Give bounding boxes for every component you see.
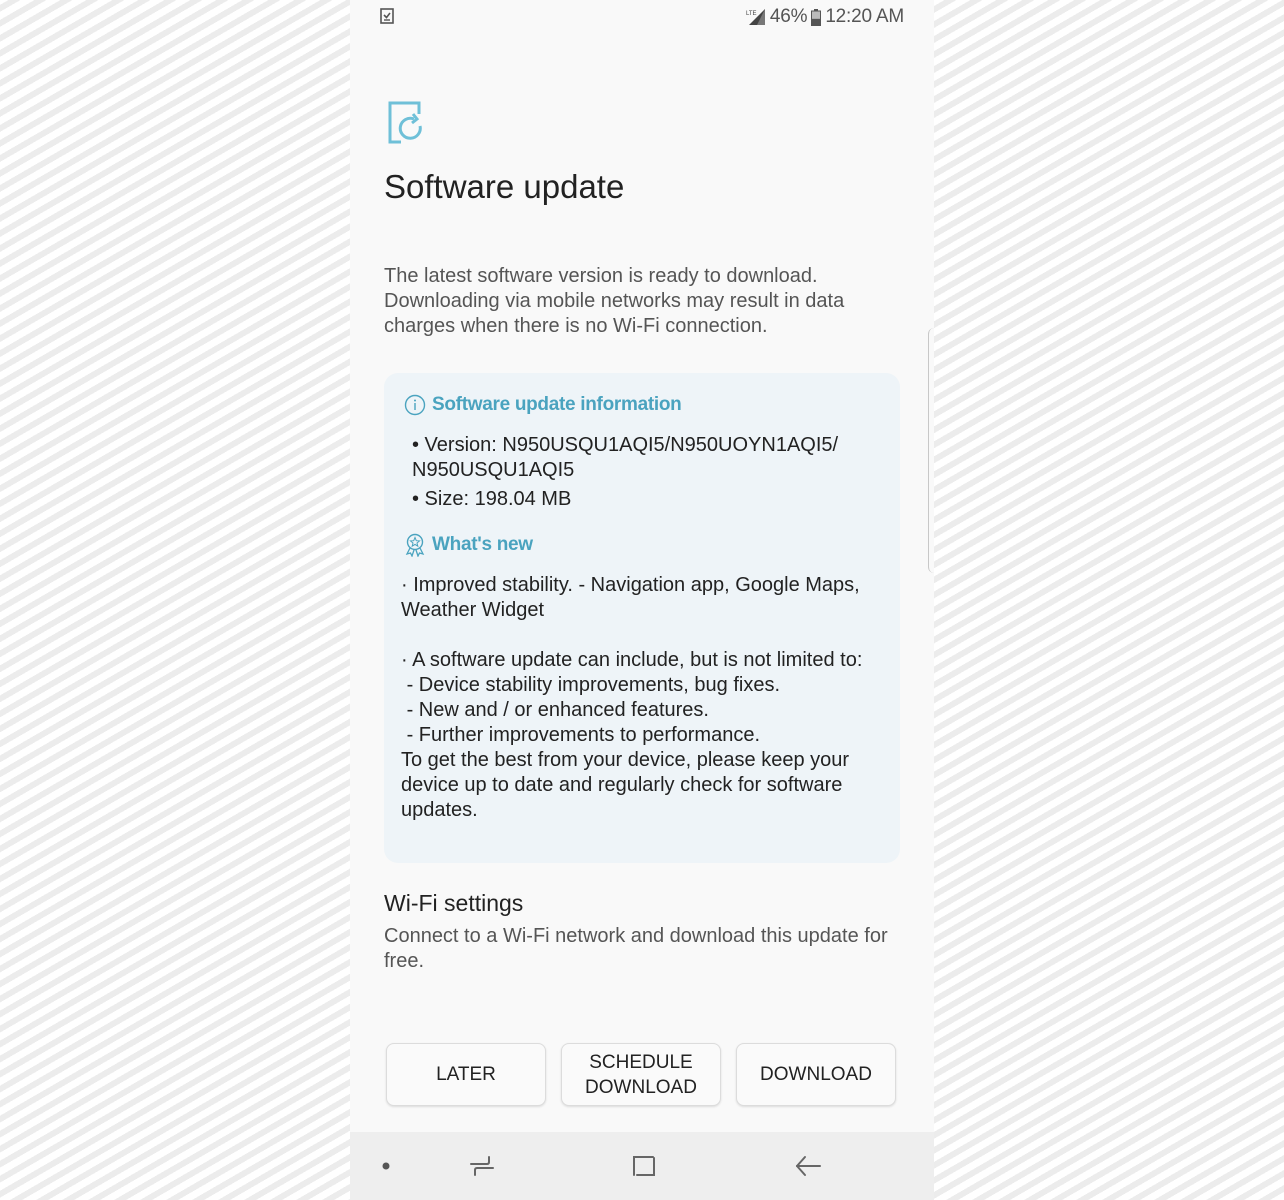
wifi-settings-description: Connect to a Wi-Fi network and download …	[384, 925, 888, 972]
info-icon	[404, 394, 426, 416]
task-checklist-icon	[380, 8, 394, 24]
schedule-download-button[interactable]: SCHEDULE DOWNLOAD	[561, 1043, 721, 1106]
later-button[interactable]: LATER	[386, 1043, 546, 1106]
battery-icon	[811, 8, 822, 26]
version-line: • Version: N950USQU1AQI5/N950UOYN1AQI5/ …	[412, 434, 839, 481]
software-update-icon	[387, 100, 429, 145]
navigation-bar	[350, 1132, 934, 1200]
intro-text: The latest software version is ready to …	[384, 265, 845, 337]
award-badge-icon	[404, 533, 426, 557]
page-title: Software update	[384, 168, 625, 205]
whats-new-text: · Improved stability. - Navigation app, …	[401, 574, 863, 821]
whats-new-heading-label: What's new	[432, 534, 533, 555]
scrollbar[interactable]	[928, 328, 934, 573]
schedule-download-button-label: SCHEDULE DOWNLOAD	[585, 1050, 697, 1100]
wifi-settings-link[interactable]: Wi-Fi settings	[384, 890, 523, 917]
clock: 12:20 AM	[825, 6, 904, 27]
status-bar: LTE 46% 12:20 AM	[350, 0, 934, 36]
later-button-label: LATER	[436, 1064, 496, 1085]
update-info-card: Software update information • Version: N…	[384, 373, 900, 863]
home-button[interactable]	[626, 1132, 662, 1200]
phone-screen: LTE 46% 12:20 AM Software update The lat…	[350, 0, 934, 1200]
download-button[interactable]: DOWNLOAD	[736, 1043, 896, 1106]
size-line: • Size: 198.04 MB	[412, 488, 572, 510]
nav-dot-indicator[interactable]	[376, 1132, 396, 1200]
whats-new-heading: What's new	[404, 533, 533, 557]
update-information-heading-label: Software update information	[432, 394, 682, 415]
recent-apps-icon	[470, 1156, 494, 1176]
back-button[interactable]	[790, 1132, 826, 1200]
battery-percent: 46%	[769, 6, 808, 27]
schedule-label-line2: DOWNLOAD	[585, 1076, 697, 1098]
schedule-label-line1: SCHEDULE	[589, 1051, 693, 1073]
back-arrow-icon	[796, 1156, 821, 1176]
download-button-label: DOWNLOAD	[760, 1064, 872, 1085]
home-icon	[633, 1156, 655, 1176]
lte-signal-icon: LTE	[746, 8, 766, 26]
dot-icon	[382, 1162, 390, 1170]
status-indicators: LTE 46% 12:20 AM	[746, 6, 904, 28]
update-information-heading: Software update information	[404, 394, 682, 416]
update-info-details: • Version: N950USQU1AQI5/N950UOYN1AQI5/ …	[412, 433, 882, 516]
recent-apps-button[interactable]	[464, 1132, 500, 1200]
svg-text:LTE: LTE	[746, 11, 757, 17]
